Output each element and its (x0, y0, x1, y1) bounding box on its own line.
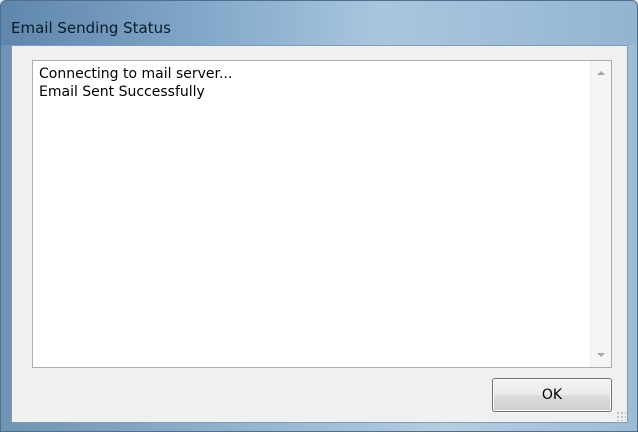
vertical-scrollbar[interactable] (590, 61, 611, 367)
scroll-down-arrow-icon[interactable] (591, 345, 611, 365)
log-line: Email Sent Successfully (39, 84, 205, 100)
resize-grip-icon[interactable] (616, 411, 626, 421)
status-log-content: Connecting to mail server... Email Sent … (39, 65, 587, 101)
ok-button[interactable]: OK (492, 378, 612, 412)
status-log-textbox[interactable]: Connecting to mail server... Email Sent … (32, 60, 612, 368)
title-bar[interactable]: Email Sending Status (1, 1, 637, 45)
dialog-window: Email Sending Status Connecting to mail … (0, 0, 638, 432)
window-title: Email Sending Status (11, 19, 171, 37)
log-line: Connecting to mail server... (39, 66, 233, 82)
dialog-body: Connecting to mail server... Email Sent … (11, 45, 628, 423)
scroll-up-arrow-icon[interactable] (591, 63, 611, 83)
